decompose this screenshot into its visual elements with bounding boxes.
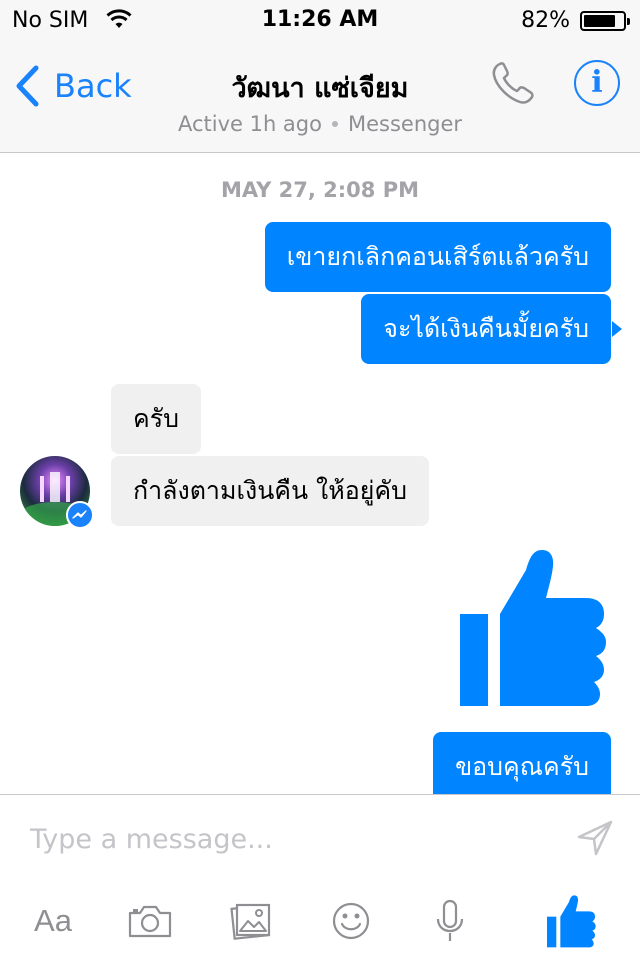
camera-button[interactable]: [126, 891, 174, 951]
message-tail: [612, 321, 622, 337]
messenger-chat-screen: No SIM 11:26 AM 82% Back วัฒนา แซ่เจียม …: [0, 0, 640, 960]
outgoing-message[interactable]: จะได้เงินคืนมั้ยครับ: [361, 294, 611, 364]
contact-status: Active 1h ago Messenger: [0, 112, 640, 136]
battery-icon: [580, 11, 630, 31]
battery-percent: 82%: [521, 8, 570, 33]
send-icon[interactable]: [576, 819, 614, 857]
platform-label: Messenger: [347, 112, 463, 136]
conversation-header: Back วัฒนา แซ่เจียม Active 1h ago Messeng…: [0, 40, 640, 153]
message-timestamp: MAY 27, 2:08 PM: [220, 178, 419, 202]
separator-dot: [331, 120, 338, 127]
contact-name[interactable]: วัฒนา แซ่เจียม: [0, 66, 640, 109]
info-icon[interactable]: i: [574, 60, 620, 106]
gallery-icon: [230, 903, 271, 940]
status-bar: No SIM 11:26 AM 82%: [0, 0, 640, 40]
voice-button[interactable]: [434, 891, 466, 951]
messenger-badge-icon: [66, 501, 94, 529]
message-composer: Aa: [0, 794, 640, 960]
battery-level-fill: [584, 15, 616, 27]
composer-toolbar: Aa: [0, 891, 640, 951]
incoming-message[interactable]: กำลังตามเงินคืน ให้อยู่คับ: [111, 456, 429, 526]
like-button[interactable]: [544, 891, 598, 951]
camera-icon: [128, 905, 172, 938]
message-input[interactable]: [14, 811, 554, 867]
message-list[interactable]: MAY 27, 2:08 PM เขายกเลิกคอนเสิร์ตแล้วคร…: [0, 154, 640, 794]
like-icon: [547, 895, 596, 948]
incoming-message[interactable]: ครับ: [111, 384, 202, 454]
messenger-icon: [72, 510, 87, 519]
emoji-button[interactable]: [330, 891, 372, 951]
outgoing-message[interactable]: ขอบคุณครับ: [433, 732, 611, 794]
emoji-icon: [332, 902, 370, 940]
phone-icon[interactable]: [488, 58, 538, 108]
microphone-icon: [436, 899, 464, 941]
outgoing-message[interactable]: เขายกเลิกคอนเสิร์ตแล้วครับ: [264, 222, 611, 292]
gallery-button[interactable]: [228, 891, 274, 951]
active-status: Active 1h ago: [177, 112, 322, 136]
thumbs-up-icon[interactable]: [456, 546, 608, 708]
text-style-button[interactable]: Aa: [28, 891, 78, 951]
